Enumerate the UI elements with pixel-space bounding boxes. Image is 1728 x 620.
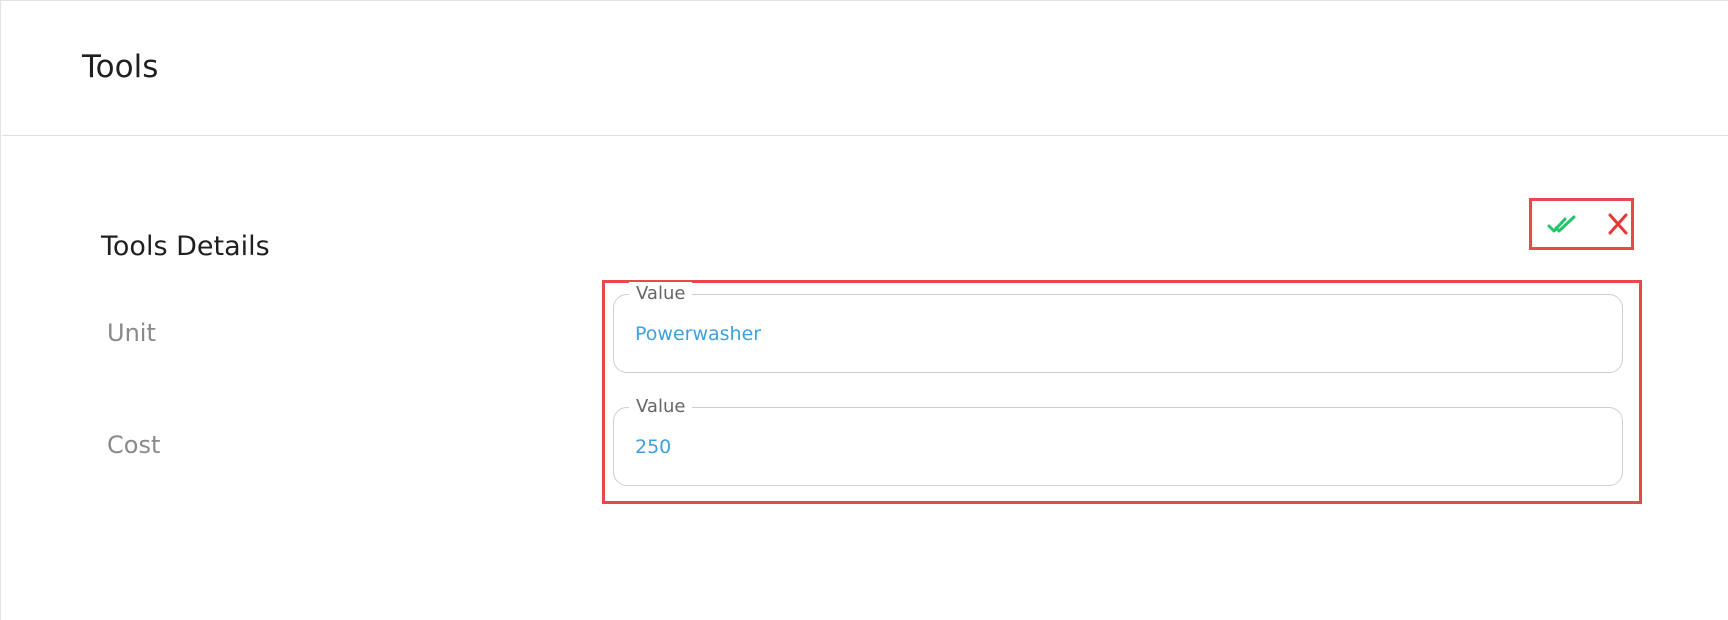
confirm-button[interactable] [1547, 211, 1579, 239]
unit-value-legend: Value [629, 282, 693, 306]
unit-label: Unit [107, 319, 156, 347]
unit-value-field: Value [613, 282, 1623, 373]
cost-value-field: Value [613, 395, 1623, 486]
cost-value-legend: Value [629, 395, 693, 419]
unit-value-input[interactable] [635, 317, 1575, 351]
cost-label: Cost [107, 431, 161, 459]
cost-value-input[interactable] [635, 430, 1575, 464]
page-title: Tools [82, 49, 159, 85]
tools-page: Tools Tools Details Unit Value Cost [0, 0, 1728, 620]
close-icon [1608, 213, 1628, 235]
details-actions-highlight [1529, 198, 1634, 250]
section-title: Tools Details [101, 231, 270, 263]
double-check-icon [1547, 215, 1576, 233]
cancel-button[interactable] [1602, 211, 1634, 239]
page-header: Tools [2, 2, 1728, 136]
